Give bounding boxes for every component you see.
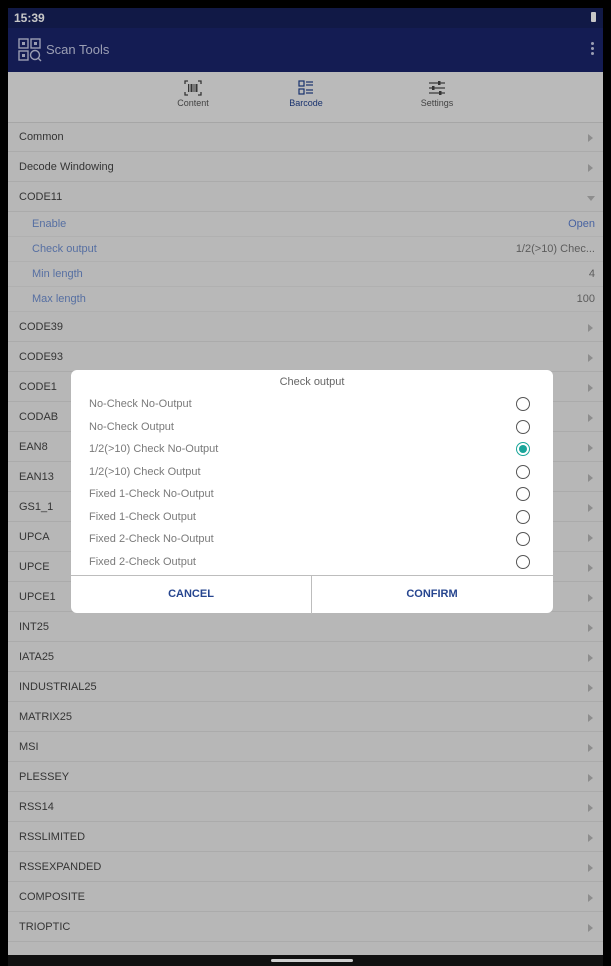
radio-option-label: Fixed 2-Check Output: [89, 555, 196, 568]
navigation-bar: [8, 955, 603, 966]
check-output-dialog: Check output No-Check No-Output No-Check …: [71, 370, 553, 614]
radio-option-label: No-Check No-Output: [89, 398, 192, 410]
radio-unchecked-icon[interactable]: [516, 397, 530, 411]
radio-option-label: 1/2(>10) Check No-Output: [89, 443, 219, 455]
radio-unchecked-icon[interactable]: [516, 487, 530, 501]
radio-unchecked-icon[interactable]: [516, 509, 530, 524]
home-gesture-handle[interactable]: [271, 959, 353, 962]
radio-option-label: Fixed 1-Check Output: [89, 510, 196, 523]
dialog-buttons: CANCEL CONFIRM: [71, 575, 553, 614]
radio-option[interactable]: Fixed 2-Check Output: [71, 552, 553, 574]
radio-option[interactable]: 1/2(>10) Check No-Output: [71, 439, 553, 461]
radio-unchecked-icon[interactable]: [516, 419, 530, 434]
confirm-button[interactable]: CONFIRM: [312, 576, 552, 614]
radio-unchecked-icon[interactable]: [516, 554, 530, 569]
radio-option-label: No-Check Output: [89, 420, 174, 433]
radio-option[interactable]: 1/2(>10) Check Output: [71, 462, 553, 484]
radio-option[interactable]: Fixed 1-Check Output: [71, 507, 553, 529]
radio-option-label: Fixed 1-Check No-Output: [89, 488, 214, 500]
radio-option[interactable]: No-Check Output: [71, 417, 553, 439]
radio-option[interactable]: No-Check No-Output: [71, 394, 553, 416]
radio-option-label: 1/2(>10) Check Output: [89, 465, 201, 478]
cancel-button[interactable]: CANCEL: [71, 576, 312, 614]
dialog-title: Check output: [279, 376, 345, 388]
device-screen: 15:39 Scan Tools Content Barcode Setting…: [8, 8, 603, 966]
radio-checked-icon[interactable]: [516, 442, 530, 456]
radio-option[interactable]: Fixed 2-Check No-Output: [71, 529, 553, 551]
radio-option[interactable]: Fixed 1-Check No-Output: [71, 484, 553, 506]
radio-option-label: Fixed 2-Check No-Output: [89, 533, 214, 545]
radio-unchecked-icon[interactable]: [516, 532, 530, 546]
radio-unchecked-icon[interactable]: [516, 464, 530, 479]
